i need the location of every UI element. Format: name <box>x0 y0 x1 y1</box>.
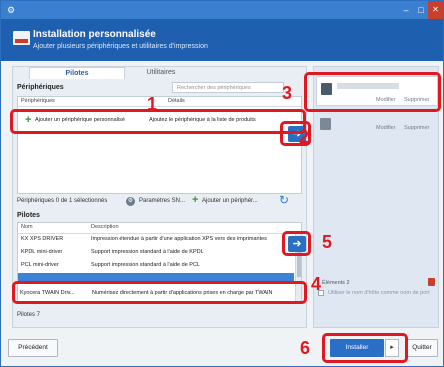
page-header: Installation personnalisée Ajouter plusi… <box>1 19 443 61</box>
close-button[interactable]: ✕ <box>428 1 443 19</box>
callout-box-1 <box>10 109 306 134</box>
driver-name[interactable]: KX XPS DRIVER <box>21 236 87 242</box>
column-header-devices: Périphériques <box>21 98 55 104</box>
callout-box-4 <box>12 281 307 304</box>
header-divider <box>18 233 295 234</box>
elements-count: Éléments 2 <box>322 280 350 286</box>
callout-number-5: 5 <box>322 232 333 252</box>
remove-link[interactable]: Supprimer <box>404 125 429 131</box>
column-header-name: Nom <box>21 224 33 230</box>
refresh-icon[interactable]: ↻ <box>279 193 289 207</box>
gear-icon: ⚙ <box>126 197 135 206</box>
maximize-button[interactable]: □ <box>414 1 428 19</box>
callout-number-4: 4 <box>311 274 322 294</box>
drivers-count: Pilotes 7 <box>17 312 41 318</box>
tab-utilitaires[interactable]: Utilitaires <box>131 67 191 79</box>
host-name-option-label: Utiliser le nom d'hôte comme nom de port <box>328 290 430 296</box>
callout-box-3 <box>304 72 441 112</box>
title-bar: ⚙ – □ ✕ <box>1 1 443 19</box>
driver-description: Support impression standard à l'aide de … <box>91 262 200 268</box>
tab-pilotes[interactable]: Pilotes <box>29 67 125 79</box>
driver-description: Impression étendue à partir d'une applic… <box>91 236 267 242</box>
column-header-description: Description <box>91 224 119 230</box>
driver-name[interactable]: KPDL mini-driver <box>21 249 87 255</box>
printer-icon <box>13 31 30 45</box>
column-header-details: Détails <box>168 98 185 104</box>
header-divider <box>18 106 301 107</box>
trash-icon[interactable] <box>428 278 435 286</box>
printer-icon <box>320 118 331 130</box>
previous-button[interactable]: Précédent <box>8 339 58 357</box>
callout-number-6: 6 <box>300 338 311 358</box>
plus-icon: + <box>192 194 199 206</box>
modify-link[interactable]: Modifier <box>376 125 396 131</box>
drivers-section-label: Pilotes <box>17 212 40 219</box>
devices-section-label: Périphériques <box>17 84 64 91</box>
driver-name[interactable]: PCL mini-driver <box>21 262 87 268</box>
quit-button[interactable]: Quitter <box>406 339 438 357</box>
gear-icon: ⚙ <box>7 5 16 15</box>
page-title: Installation personnalisée <box>33 29 156 40</box>
callout-number-3: 3 <box>282 83 293 103</box>
callout-number-1: 1 <box>147 94 158 114</box>
device-search-input[interactable]: Rechercher des périphériques <box>172 82 284 93</box>
callout-box-5 <box>282 231 311 256</box>
snmp-settings-button[interactable]: Paramètres SN... <box>139 198 185 204</box>
callout-box-6 <box>322 333 408 363</box>
device-selection-count: Périphériques 0 de 1 sélectionnés <box>17 198 108 204</box>
callout-number-2: 2 <box>299 127 310 147</box>
driver-description: Support impression standard à l'aide de … <box>91 249 204 255</box>
tab-bar: Pilotes Utilitaires <box>13 67 306 79</box>
page-subtitle: Ajouter plusieurs périphériques et utili… <box>33 43 208 50</box>
add-device-button[interactable]: Ajouter un périphér... <box>202 198 258 204</box>
minimize-button[interactable]: – <box>399 1 413 19</box>
